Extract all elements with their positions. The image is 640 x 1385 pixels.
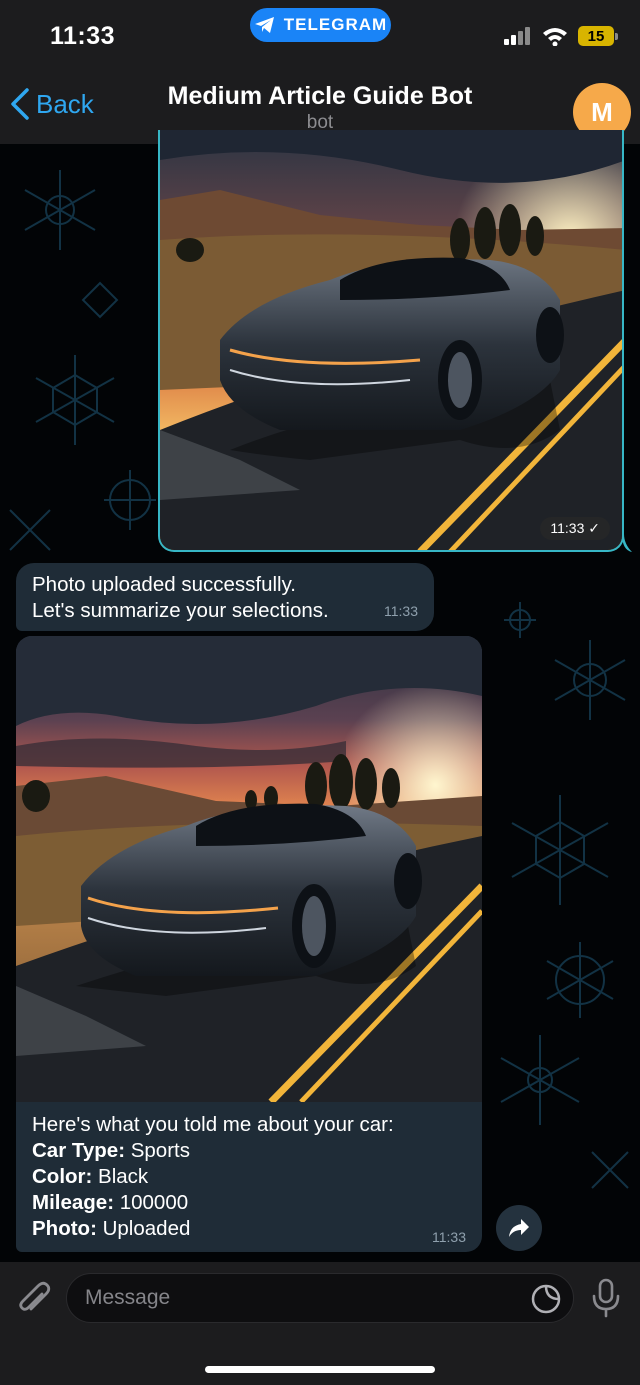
message-line-2: Let's summarize your selections. [32, 599, 329, 622]
telegram-pill-label: TELEGRAM [283, 15, 388, 34]
caption-intro: Here's what you told me about your car: [32, 1113, 394, 1136]
message-input[interactable] [66, 1273, 574, 1323]
incoming-photo-message[interactable]: Here's what you told me about your car: … [16, 636, 482, 1252]
incoming-text-message[interactable]: Photo uploaded successfully. Let's summa… [16, 563, 434, 631]
photo-out-time: 11:33 ✓ [540, 517, 610, 540]
share-arrow-icon [509, 1219, 529, 1237]
message-time: 11:33 [384, 603, 418, 619]
message-time: 11:33 [432, 1229, 466, 1245]
sticker-icon[interactable] [530, 1283, 562, 1315]
photo-caption: Here's what you told me about your car: … [32, 1112, 462, 1242]
outgoing-photo-message[interactable]: 11:33 ✓ [158, 130, 624, 552]
microphone-icon[interactable] [591, 1278, 621, 1318]
signal-icon [504, 27, 530, 45]
bubble-tail [622, 534, 632, 552]
caption-row-mileage: Mileage: 100000 [32, 1191, 189, 1214]
caption-row-photo: Photo: Uploaded [32, 1217, 191, 1240]
forward-button[interactable] [496, 1205, 542, 1251]
message-line-1: Photo uploaded successfully. [32, 573, 297, 596]
car-photo [16, 636, 482, 1102]
telegram-plane-icon [254, 17, 274, 33]
car-photo [160, 130, 622, 550]
caption-row-color: Color: Black [32, 1165, 149, 1188]
status-bar: 11:33 TELEGRAM 15 [0, 0, 640, 70]
status-icons: 15 [504, 26, 618, 46]
check-icon: ✓ [588, 520, 600, 536]
paperclip-icon[interactable] [16, 1280, 52, 1320]
chat-title[interactable]: Medium Article Guide Bot [0, 82, 640, 111]
wifi-icon [543, 28, 567, 46]
status-time: 11:33 [50, 22, 116, 50]
battery-icon: 15 [578, 26, 618, 46]
caption-row-car-type: Car Type: Sports [32, 1139, 190, 1162]
telegram-pill[interactable]: TELEGRAM [250, 8, 391, 42]
home-indicator[interactable] [205, 1366, 435, 1373]
